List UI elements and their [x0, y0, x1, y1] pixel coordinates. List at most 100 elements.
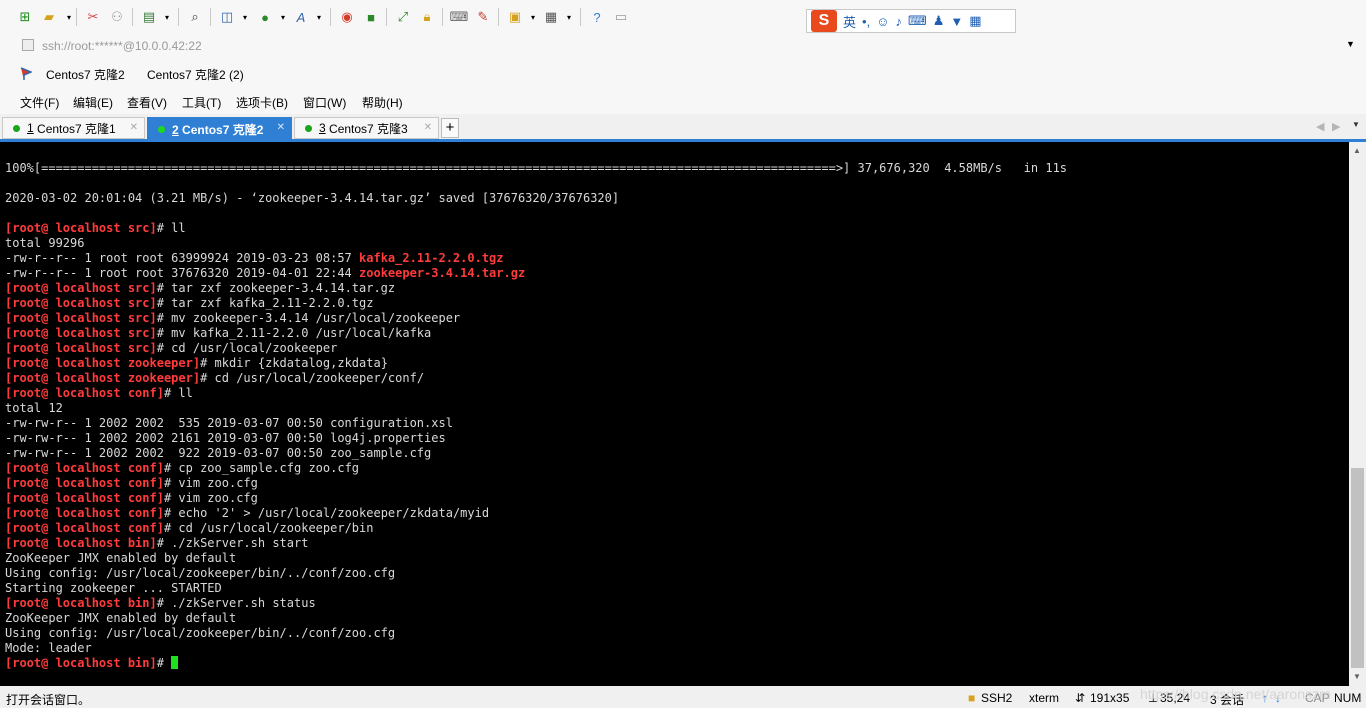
- scroll-thumb[interactable]: [1351, 468, 1364, 668]
- tab-list-dropdown-icon[interactable]: ▼: [1352, 120, 1360, 129]
- new-tab-button[interactable]: +: [441, 118, 459, 138]
- terminal-line: [root@ localhost zookeeper]# cd /usr/loc…: [5, 371, 425, 385]
- watermark: https://blog.csdn.net/aaronszm: [1140, 686, 1331, 702]
- tab-next-icon[interactable]: ▶: [1332, 120, 1340, 133]
- terminal-line: [root@ localhost src]# mv kafka_2.11-2.2…: [5, 326, 432, 340]
- menu-file[interactable]: 文件(F): [20, 94, 59, 111]
- window-dropdown-icon[interactable]: ▾: [560, 8, 578, 26]
- mic-icon[interactable]: ♪: [895, 14, 902, 29]
- link-centos7-clone2-2[interactable]: Centos7 克隆2 (2): [147, 66, 244, 83]
- highlight-icon[interactable]: ✎: [474, 8, 492, 26]
- toolbar-separator: [580, 8, 581, 26]
- status-num: NUM: [1334, 691, 1362, 705]
- menu-help[interactable]: 帮助(H): [362, 94, 403, 111]
- tab-close-icon[interactable]: ✕: [130, 122, 138, 133]
- disconnect-icon[interactable]: ✂: [84, 8, 102, 26]
- terminal-line: [root@ localhost conf]# cp zoo_sample.cf…: [5, 461, 360, 475]
- terminal-line: [root@ localhost conf]# vim zoo.cfg: [5, 476, 258, 490]
- toolbar-separator: [386, 8, 387, 26]
- shell-command: mv zookeeper-3.4.14 /usr/local/zookeeper: [171, 311, 461, 325]
- globe-icon[interactable]: ●: [256, 8, 274, 26]
- sogou-logo-icon[interactable]: S: [811, 10, 837, 32]
- lock-icon[interactable]: 🔒︎: [418, 8, 436, 26]
- properties-icon[interactable]: ▤: [140, 8, 158, 26]
- chat-icon[interactable]: ▭: [612, 8, 630, 26]
- tab-label: Centos7 克隆1: [37, 121, 116, 136]
- shell-command: ll: [178, 386, 193, 400]
- link-centos7-clone2[interactable]: Centos7 克隆2: [46, 66, 125, 83]
- ime-lang-toggle[interactable]: 英: [843, 12, 856, 31]
- xftp-icon[interactable]: ◉: [338, 8, 356, 26]
- terminal-scrollbar[interactable]: ▲ ▼: [1349, 142, 1366, 686]
- layout-dropdown-icon[interactable]: ▾: [236, 8, 254, 26]
- font-icon[interactable]: A: [292, 8, 310, 26]
- emoji-icon[interactable]: ☺: [876, 14, 889, 29]
- terminal-output[interactable]: 100%[===================================…: [0, 142, 1349, 686]
- terminal-line: [root@ localhost src]# tar zxf zookeeper…: [5, 281, 396, 295]
- shell-prompt: [root@ localhost src]: [5, 281, 157, 295]
- shell-command: cd /usr/local/zookeeper/conf/: [214, 371, 425, 385]
- terminal-line: [root@ localhost src]# ll: [5, 221, 186, 235]
- links-flag-icon: [20, 67, 32, 80]
- shell-command: cd /usr/local/zookeeper/bin: [178, 521, 374, 535]
- shell-prompt: [root@ localhost src]: [5, 221, 157, 235]
- scroll-up-icon[interactable]: ▲: [1353, 146, 1361, 155]
- tab-label: Centos7 克隆3: [329, 121, 408, 136]
- tab-centos7-clone1[interactable]: 1 Centos7 克隆1 ✕: [2, 117, 145, 139]
- menu-edit[interactable]: 编辑(E): [73, 94, 113, 111]
- script-icon[interactable]: ▣: [506, 8, 524, 26]
- toolbar-separator: [178, 8, 179, 26]
- shell-prompt: [root@ localhost src]: [5, 326, 157, 340]
- tab-prev-icon[interactable]: ◀: [1316, 120, 1324, 133]
- session-status-dot: [158, 126, 165, 133]
- properties-dropdown-icon[interactable]: ▾: [158, 8, 176, 26]
- help-icon[interactable]: ?: [588, 8, 606, 26]
- window-layout-icon[interactable]: ▦: [542, 8, 560, 26]
- keyboard-ime-icon[interactable]: ⌨: [908, 13, 927, 29]
- menu-tools[interactable]: 工具(T): [182, 94, 221, 111]
- font-dropdown-icon[interactable]: ▾: [310, 8, 328, 26]
- punct-icon[interactable]: •,: [862, 14, 870, 29]
- status-lock-icon: ■: [968, 691, 976, 705]
- scroll-down-icon[interactable]: ▼: [1353, 672, 1361, 681]
- toolbar-separator: [210, 8, 211, 26]
- session-tab-bar: 1 Centos7 克隆1 ✕ 2 Centos7 克隆2 ✕ 3 Centos…: [0, 114, 1366, 142]
- shell-command: mv kafka_2.11-2.2.0 /usr/local/kafka: [171, 326, 432, 340]
- address-input[interactable]: ssh://root:******@10.0.0.42:22: [42, 39, 202, 53]
- transfer-icon[interactable]: ■: [362, 8, 380, 26]
- globe-dropdown-icon[interactable]: ▾: [274, 8, 292, 26]
- menu-window[interactable]: 窗口(W): [303, 94, 346, 111]
- shell-prompt: [root@ localhost conf]: [5, 386, 164, 400]
- terminal-line: [root@ localhost src]# cd /usr/local/zoo…: [5, 341, 338, 355]
- keyboard-icon[interactable]: ⌨: [450, 8, 469, 26]
- terminal-line: ZooKeeper JMX enabled by default: [5, 611, 237, 625]
- terminal-line: [root@ localhost conf]# echo '2' > /usr/…: [5, 506, 490, 520]
- tab-close-icon[interactable]: ✕: [277, 122, 285, 133]
- find-icon[interactable]: ⌕: [186, 8, 204, 26]
- terminal-line: [root@ localhost conf]# ll: [5, 386, 193, 400]
- tab-centos7-clone3[interactable]: 3 Centos7 克隆3 ✕: [294, 117, 439, 139]
- terminal-line: [root@ localhost bin]#: [5, 656, 179, 670]
- tab-centos7-clone2[interactable]: 2 Centos7 克隆2 ✕: [147, 117, 292, 142]
- shell-prompt: [root@ localhost zookeeper]: [5, 371, 201, 385]
- fullscreen-icon[interactable]: ⤢: [394, 8, 412, 26]
- user-icon[interactable]: ♟: [933, 13, 945, 29]
- script-dropdown-icon[interactable]: ▾: [524, 8, 542, 26]
- shell-prompt: [root@ localhost src]: [5, 296, 157, 310]
- reconnect-icon[interactable]: ⚇: [108, 8, 126, 26]
- open-folder-icon[interactable]: ▰: [40, 8, 58, 26]
- shell-prompt: [root@ localhost src]: [5, 341, 157, 355]
- terminal-line: [root@ localhost src]# mv zookeeper-3.4.…: [5, 311, 461, 325]
- layout-icon[interactable]: ◫: [218, 8, 236, 26]
- menu-view[interactable]: 查看(V): [127, 94, 167, 111]
- new-session-icon[interactable]: ⊞: [16, 8, 34, 26]
- menu-tabs[interactable]: 选项卡(B): [236, 94, 288, 111]
- tab-close-icon[interactable]: ✕: [424, 122, 432, 133]
- archive-filename: zookeeper-3.4.14.tar.gz: [359, 266, 526, 280]
- toolbox-icon[interactable]: ▦: [969, 13, 981, 29]
- address-dropdown-icon[interactable]: ▼: [1346, 39, 1355, 49]
- skin-icon[interactable]: ▼: [950, 14, 963, 29]
- shell-prompt: [root@ localhost conf]: [5, 506, 164, 520]
- shell-command: ./zkServer.sh start: [171, 536, 309, 550]
- terminal-line: [root@ localhost src]# tar zxf kafka_2.1…: [5, 296, 374, 310]
